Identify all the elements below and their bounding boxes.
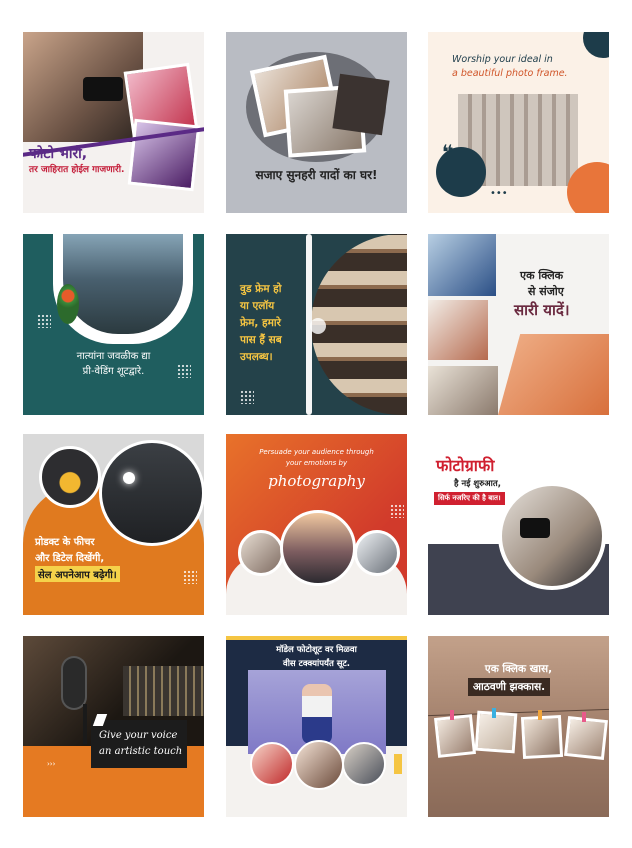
maternity-photo-1 <box>428 234 496 296</box>
tile1-subline: तर जाहिरात होईल गाजणारी. <box>29 165 125 175</box>
tile2-caption: सजाए सुनहरी यादों का घर! <box>255 168 378 182</box>
dots-decoration <box>390 504 404 518</box>
arrows-icon: ››› <box>47 760 56 768</box>
template-card-8[interactable]: Persuade your audience through your emot… <box>226 434 407 615</box>
dots-decoration <box>240 390 254 404</box>
tile5-line-3: फ्रेम, हमारे <box>240 317 281 329</box>
dots-decoration-left <box>37 314 51 328</box>
tile5-line-2: या एलॉय <box>240 300 275 312</box>
maternity-photo-2 <box>428 300 488 360</box>
tile7-line-2: और डिटेल दिखेंगी, <box>35 553 105 564</box>
template-card-4[interactable]: नात्यांना जवळीक द्या प्री-वेडिंग शूटद्वा… <box>23 234 204 415</box>
template-card-7[interactable]: प्रोडक्ट के फीचर और डिटेल दिखेंगी, सेल अ… <box>23 434 204 615</box>
tile6-line-1: एक क्लिक <box>520 269 564 282</box>
hanging-photo-4 <box>564 716 608 760</box>
tile3-headline-2: a beautiful photo frame. <box>452 68 568 79</box>
camera-icon <box>520 518 550 538</box>
flower-decoration <box>57 284 79 324</box>
tile7-line-1: प्रोडक्ट के फीचर <box>35 537 95 548</box>
tile7-line-3: सेल अपनेआप बढ़ेगी। <box>35 566 120 582</box>
leather-swatch <box>332 73 390 136</box>
tile6-line-3: सारी यादें। <box>514 301 570 319</box>
studio-light-icon <box>123 472 135 484</box>
tile11-line-2: वीस टक्क्यांपर्यंत सूट. <box>282 659 351 669</box>
template-card-3[interactable]: Worship your ideal in a beautiful photo … <box>428 32 609 213</box>
play-icon <box>310 318 326 334</box>
tile5-line-5: उपलब्ध। <box>240 351 273 363</box>
photographer-circle <box>498 482 606 590</box>
mixer-photo <box>123 666 204 716</box>
product-photo-left <box>39 446 101 508</box>
clip-icon-1 <box>450 710 454 720</box>
tile9-line-3: सिर्फ नजरिए की है बात। <box>434 492 505 505</box>
tile4-line-2: प्री-वेडिंग शूटद्वारे. <box>82 366 145 377</box>
quote-icon: ❝ <box>442 140 454 164</box>
model-figure <box>302 684 332 744</box>
template-card-6[interactable]: एक क्लिक से संजोए सारी यादें। <box>428 234 609 415</box>
maternity-photo-3 <box>498 334 609 415</box>
template-card-12[interactable]: एक क्लिक खास, आठवणी झक्कास. <box>428 636 609 817</box>
couple-photo <box>63 234 183 334</box>
tile5-line-4: पास हैं सब <box>240 334 282 346</box>
template-card-5[interactable]: वुड फ्रेम हो या एलॉय फ्रेम, हमारे पास है… <box>226 234 407 415</box>
clip-icon-3 <box>538 710 542 720</box>
hanging-photo-1 <box>434 714 476 758</box>
clip-icon-2 <box>492 708 496 718</box>
template-card-1[interactable]: फोटो भारी, तर जाहिरात होईल गाजणारी. <box>23 32 204 213</box>
tile4-line-1: नात्यांना जवळीक द्या <box>76 351 151 362</box>
model-circle-center <box>294 740 344 790</box>
template-card-9[interactable]: फोटोग्राफी है नई शुरुआत, सिर्फ नजरिए की … <box>428 434 609 615</box>
hanging-photo-3 <box>520 714 564 760</box>
tile3-dots: ••• <box>490 188 508 199</box>
tile9-line-2: है नई शुरुआत, <box>454 479 501 489</box>
tile10-line-2: an artistic touch <box>99 746 183 757</box>
dots-decoration <box>183 570 197 584</box>
photo-circle-center <box>280 510 356 586</box>
hanging-photo-2 <box>474 710 518 754</box>
template-card-10[interactable]: Give your voice an artistic touch ››› <box>23 636 204 817</box>
tile12-line-1: एक क्लिक खास, <box>484 663 553 675</box>
tile11-line-1: मॉडेल फोटोशूट वर मिळवा <box>276 645 357 655</box>
model-circle-left <box>250 742 294 786</box>
microphone-icon <box>63 658 85 708</box>
tile3-headline-1: Worship your ideal in <box>452 54 553 65</box>
tile1-headline: फोटो भारी, <box>29 146 88 162</box>
maternity-photo-4 <box>428 366 498 415</box>
photo-circle-left <box>238 530 284 576</box>
tile8-script-word: photography <box>268 472 365 490</box>
template-card-11[interactable]: मॉडेल फोटोशूट वर मिळवा वीस टक्क्यांपर्यं… <box>226 636 407 817</box>
tile12-line-2: आठवणी झक्कास. <box>468 678 551 696</box>
model-circle-right <box>342 742 386 786</box>
tile8-line-1: Persuade your audience through <box>259 448 374 456</box>
studio-photo-right <box>99 440 204 546</box>
clip-icon-4 <box>582 712 586 722</box>
tile6-line-2: से संजोए <box>528 285 564 298</box>
template-card-2[interactable]: सजाए सुनहरी यादों का घर! <box>226 32 407 213</box>
tile5-line-1: वुड फ्रेम हो <box>240 283 282 295</box>
tile8-line-2: your emotions by <box>285 459 348 467</box>
tile10-line-1: Give your voice <box>99 730 178 741</box>
camera-icon <box>83 77 123 101</box>
tile9-headline: फोटोग्राफी <box>436 456 495 475</box>
photo-circle-right <box>354 530 400 576</box>
